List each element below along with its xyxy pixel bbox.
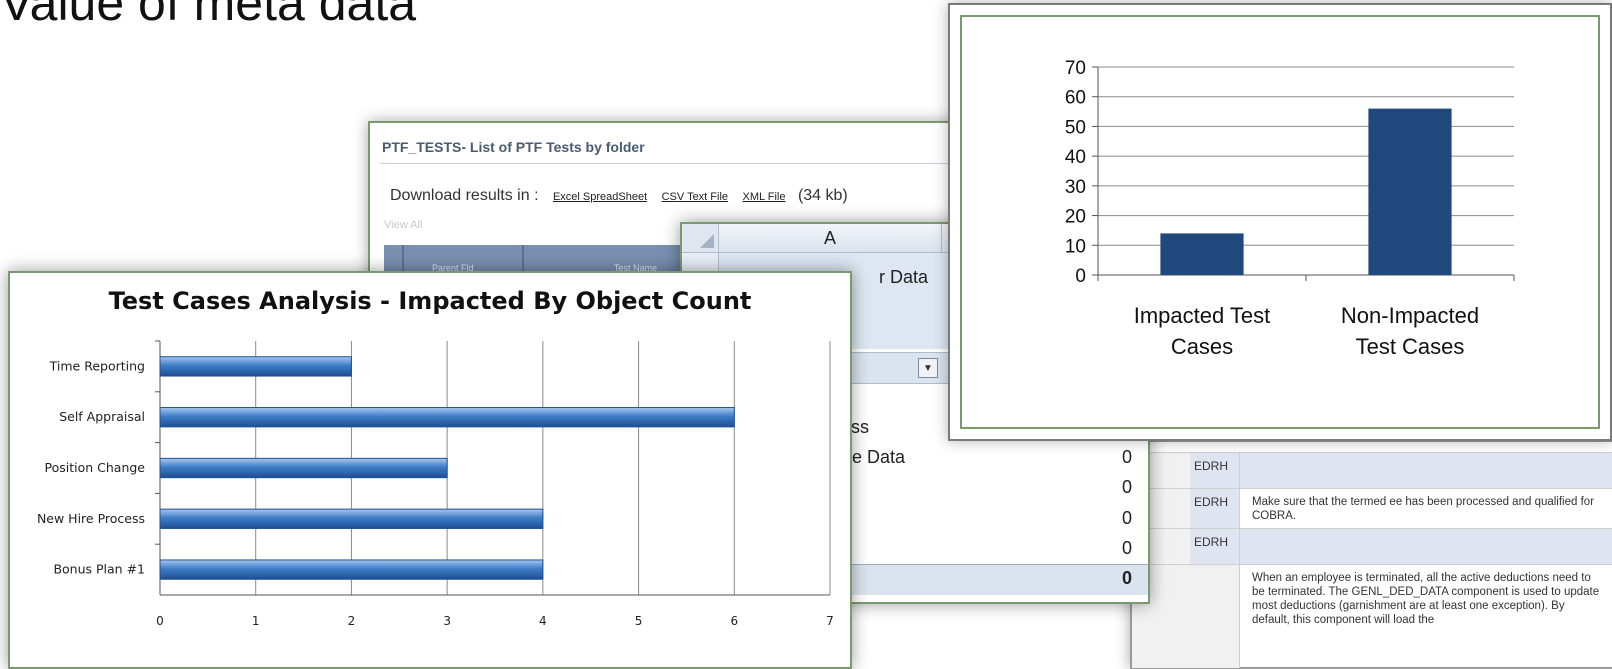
category-label: Impacted Test <box>1134 303 1271 328</box>
category-label: Non-Impacted <box>1341 303 1479 328</box>
table-cell-code: EDRH <box>1190 489 1240 529</box>
y-tick-label: 40 <box>1065 147 1086 168</box>
table-cell-description: When an employee is terminated, all the … <box>1252 572 1600 626</box>
y-tick-label: 30 <box>1065 177 1086 198</box>
excel-download-link[interactable]: Excel SpreadSheet <box>553 191 647 203</box>
sheet-value-cell[interactable]: 0 <box>1122 508 1132 529</box>
column <box>1368 108 1452 275</box>
bar <box>159 457 448 479</box>
bar <box>159 407 735 428</box>
bar <box>159 356 352 377</box>
table-row: When an employee is terminated, all the … <box>1132 564 1612 668</box>
impacted-test-cases-chart: 0 10 20 30 40 50 60 70 Impacted Test Cases Non-Imp… <box>948 3 1612 441</box>
total-value-cell[interactable]: 0 <box>1122 568 1132 589</box>
column <box>1160 233 1244 275</box>
x-tick-label: 6 <box>730 614 738 628</box>
table-cell-code <box>1190 565 1240 668</box>
category-label: New Hire Process <box>37 511 145 526</box>
chart-frame: 0 10 20 30 40 50 60 70 Impacted Test Cases Non-Imp… <box>960 15 1600 429</box>
category-label: Position Change <box>44 460 145 475</box>
table-cell-code: EDRH <box>1190 529 1240 565</box>
category-label: Self Appraisal <box>59 409 145 424</box>
impacted-by-object-chart: Test Cases Analysis - Impacted By Object… <box>8 271 852 669</box>
category-label: Bonus Plan #1 <box>53 562 145 577</box>
horizontal-bar-chart: 0 1 2 3 4 5 6 7 Time Reporting Self Appraisal Posi… <box>37 340 834 628</box>
bar <box>159 508 544 529</box>
vertical-bar-chart: 0 10 20 30 40 50 60 70 Impacted Test Cases Non-Imp… <box>1065 58 1515 359</box>
x-tick-label: 3 <box>443 614 451 628</box>
sheet-header-text: r Data <box>879 267 929 287</box>
xml-download-link[interactable]: XML File <box>742 191 785 203</box>
x-tick-label: 7 <box>826 614 834 628</box>
report-title: PTF_TESTS- List of PTF Tests by folder <box>382 139 645 155</box>
x-tick-label: 5 <box>635 614 643 628</box>
download-bar: Download results in : Excel SpreadSheet … <box>390 187 848 205</box>
table-cell-description <box>1240 453 1612 489</box>
table-row: EDRH <box>1132 452 1612 489</box>
table-cell-description: Make sure that the termed ee has been pr… <box>1252 496 1595 522</box>
x-tick-label: 1 <box>252 614 260 628</box>
y-tick-label: 10 <box>1065 236 1086 257</box>
y-tick-label: 60 <box>1065 88 1086 109</box>
category-label: Time Reporting <box>49 358 145 373</box>
download-label: Download results in : <box>390 187 539 204</box>
column-header-a[interactable]: A <box>719 224 942 253</box>
bar <box>159 559 544 580</box>
table-row: EDRH Make sure that the termed ee has be… <box>1132 488 1612 529</box>
y-tick-label: 0 <box>1075 266 1086 287</box>
csv-download-link[interactable]: CSV Text File <box>662 191 728 203</box>
view-all-link[interactable]: View All <box>384 219 422 231</box>
y-tick-label: 50 <box>1065 117 1086 138</box>
slide-title: Value of meta data <box>0 0 417 31</box>
y-tick-label: 70 <box>1065 58 1086 79</box>
x-tick-label: 2 <box>348 614 356 628</box>
x-tick-label: 0 <box>156 614 164 628</box>
table-row: EDRH <box>1132 528 1612 565</box>
category-label: Cases <box>1171 334 1233 359</box>
table-cell-description <box>1240 529 1612 565</box>
x-tick-label: 4 <box>539 614 547 628</box>
test-description-table: EDRH EDRH Make sure that the termed ee h… <box>1130 440 1612 669</box>
sheet-value-cell[interactable]: 0 <box>1122 538 1132 559</box>
file-size: (34 kb) <box>797 187 848 204</box>
table-cell-code: EDRH <box>1190 453 1240 489</box>
sheet-value-cell[interactable]: 0 <box>1122 447 1132 468</box>
filter-dropdown-icon[interactable]: ▼ <box>918 358 938 378</box>
select-all-button[interactable] <box>682 224 719 253</box>
sheet-value-cell[interactable]: 0 <box>1122 477 1132 498</box>
y-tick-label: 20 <box>1065 207 1086 228</box>
divider <box>380 163 960 164</box>
category-label: Test Cases <box>1356 334 1465 359</box>
